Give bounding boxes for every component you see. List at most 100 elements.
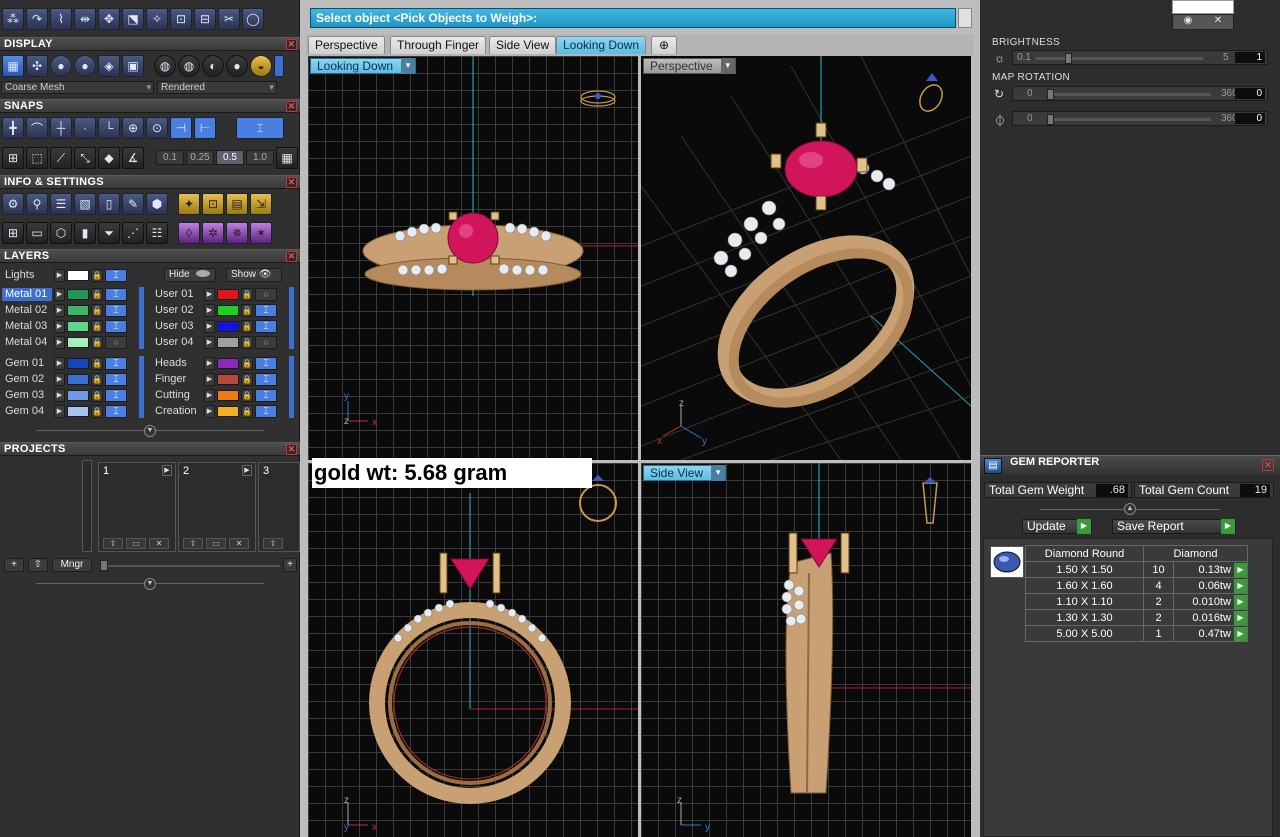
cross-snap-icon[interactable]: ┼ — [50, 117, 72, 139]
gold-sphere-icon[interactable]: ◒ — [250, 55, 272, 77]
layer-row[interactable]: User 02 ▶ 🔒 ⌶ — [152, 303, 277, 318]
lock-icon[interactable]: 🔒 — [91, 288, 103, 301]
curve-icon[interactable]: ↷ — [26, 8, 48, 30]
snap-value-3[interactable]: 0.5 — [216, 150, 244, 165]
lock-icon[interactable]: 🔒 — [91, 405, 103, 418]
save-icon[interactable]: ▭ — [126, 538, 146, 549]
lock-icon[interactable]: 🔒 — [91, 336, 103, 349]
h-snap-icon[interactable]: ⊣ — [170, 117, 192, 139]
layer-name[interactable]: Gem 04 — [2, 405, 52, 418]
list-icon[interactable]: ☷ — [146, 222, 168, 244]
cube-icon[interactable]: ⬚ — [26, 147, 48, 169]
visible-icon[interactable]: ⌶ — [255, 320, 277, 333]
filter-icon[interactable]: ⏷ — [98, 222, 120, 244]
update-button[interactable]: Update ▶ — [1022, 519, 1092, 534]
delete-icon[interactable]: ✕ — [149, 538, 169, 549]
measure-icon[interactable]: ⟋ — [50, 147, 72, 169]
up-icon[interactable]: ⇧ — [183, 538, 203, 549]
project-slot[interactable]: 1 ▶ ⇧ ▭ ✕ — [98, 462, 176, 552]
layers-scroll-right[interactable] — [289, 287, 294, 349]
rotation-knob[interactable] — [1047, 114, 1054, 125]
tab-side-view[interactable]: Side View — [489, 36, 557, 54]
brightness-slider[interactable]: 0.1 5 1 — [1012, 50, 1268, 65]
play-icon[interactable]: ▶ — [1234, 610, 1247, 625]
layer-row[interactable]: Gem 04 ▶ 🔒 ⌶ — [2, 404, 127, 419]
arrow-icon[interactable]: ▶ — [54, 373, 65, 386]
silver-sphere-icon[interactable]: ◐ — [202, 55, 224, 77]
shaded-sphere-icon[interactable]: ● — [50, 55, 72, 77]
center-snap-icon[interactable]: ⊙ — [146, 117, 168, 139]
visible-icon[interactable]: ○ — [105, 336, 127, 349]
ring-icon[interactable]: ◯ — [242, 8, 264, 30]
lock-icon[interactable]: 🔒 — [91, 389, 103, 402]
visible-icon[interactable]: ⌶ — [255, 357, 277, 370]
play-icon[interactable]: ▶ — [1234, 626, 1247, 641]
visible-icon[interactable]: ⌶ — [105, 269, 127, 282]
layer-color[interactable] — [217, 390, 239, 401]
play-icon[interactable]: ▶ — [1234, 578, 1247, 593]
projects-scrollbar[interactable] — [82, 460, 92, 552]
brightness-knob[interactable] — [1065, 53, 1072, 64]
visible-icon[interactable]: ⌶ — [105, 389, 127, 402]
layer-name[interactable]: Metal 02 — [2, 304, 52, 317]
arrow-icon[interactable]: ▶ — [54, 336, 65, 349]
diamond-icon[interactable]: ◆ — [98, 147, 120, 169]
layer-name[interactable]: Gem 02 — [2, 373, 52, 386]
gem-scroll-left[interactable] — [139, 356, 144, 418]
target-snap-icon[interactable]: ⊕ — [122, 117, 144, 139]
layer-color[interactable] — [67, 374, 89, 385]
gem-table-row[interactable]: 1.50 X 1.50 10 0.13tw ▶ — [1025, 561, 1248, 578]
layout-icon[interactable]: ⊞ — [2, 147, 24, 169]
v-snap-icon[interactable]: ⊢ — [194, 117, 216, 139]
layers-icon[interactable]: ☰ — [50, 193, 72, 215]
windows-icon[interactable]: ⊞ — [2, 222, 24, 244]
layer-row[interactable]: Metal 03 ▶ 🔒 ⌶ — [2, 319, 127, 334]
layer-color[interactable] — [217, 406, 239, 417]
viewport-through-finger[interactable]: z x y — [308, 463, 638, 837]
up-icon[interactable]: ⇧ — [103, 538, 123, 549]
dropdown-icon[interactable]: ▾ — [720, 58, 735, 74]
dropdown-icon[interactable]: ▾ — [401, 58, 416, 74]
lock-icon[interactable]: 🔒 — [241, 405, 253, 418]
arrow-icon[interactable]: ▶ — [204, 405, 215, 418]
show-button[interactable]: Show 👁 — [226, 268, 282, 282]
play-icon[interactable]: ▶ — [1234, 562, 1247, 577]
visible-icon[interactable]: ⌶ — [105, 320, 127, 333]
close-icon[interactable]: ✕ — [286, 101, 297, 112]
layer-row[interactable]: User 04 ▶ 🔒 ○ — [152, 335, 277, 350]
projects-slider-track[interactable] — [100, 565, 280, 567]
close-icon[interactable]: ✕ — [286, 39, 297, 50]
layer-color[interactable] — [67, 406, 89, 417]
layer-name[interactable]: User 03 — [152, 320, 202, 333]
lock-icon[interactable]: 🔒 — [91, 357, 103, 370]
command-scrollbar[interactable] — [958, 8, 972, 28]
setting-icon[interactable]: ✵ — [226, 222, 248, 244]
layer-color[interactable] — [217, 321, 239, 332]
tab-through-finger[interactable]: Through Finger — [390, 36, 487, 54]
layer-color[interactable] — [217, 305, 239, 316]
curve-snap-icon[interactable]: ⌒ — [26, 117, 48, 139]
export-icon[interactable]: ⇲ — [250, 193, 272, 215]
stone-icon[interactable]: ◊ — [178, 222, 200, 244]
dimension-icon[interactable]: ⤡ — [74, 147, 96, 169]
layer-color[interactable] — [67, 305, 89, 316]
cube-view-icon[interactable]: ⬡ — [50, 222, 72, 244]
lock-icon[interactable]: 🔒 — [241, 373, 253, 386]
layer-row[interactable]: Metal 02 ▶ 🔒 ⌶ — [2, 303, 127, 318]
visible-icon[interactable]: ⌶ — [105, 288, 127, 301]
render-mode-select[interactable]: Rendered — [157, 81, 277, 94]
layer-color[interactable] — [67, 321, 89, 332]
layer-name[interactable]: User 04 — [152, 336, 202, 349]
projects-slider-knob[interactable] — [100, 560, 108, 571]
display-scroll[interactable] — [274, 55, 284, 77]
cut-icon[interactable]: ✂ — [218, 8, 240, 30]
viewport-label[interactable]: Looking Down ▾ — [310, 58, 417, 74]
visible-icon[interactable]: ⌶ — [105, 357, 127, 370]
snap-value-4[interactable]: 1.0 — [246, 150, 274, 165]
visible-icon[interactable]: ⌶ — [105, 405, 127, 418]
weigh-icon[interactable]: ⊡ — [202, 193, 224, 215]
dropdown-icon[interactable]: ▾ — [711, 465, 726, 481]
up-icon[interactable]: ⇧ — [263, 538, 283, 549]
prong-icon[interactable]: ✲ — [202, 222, 224, 244]
map-rotation-slider-1[interactable]: 0 360 0 — [1012, 86, 1268, 101]
